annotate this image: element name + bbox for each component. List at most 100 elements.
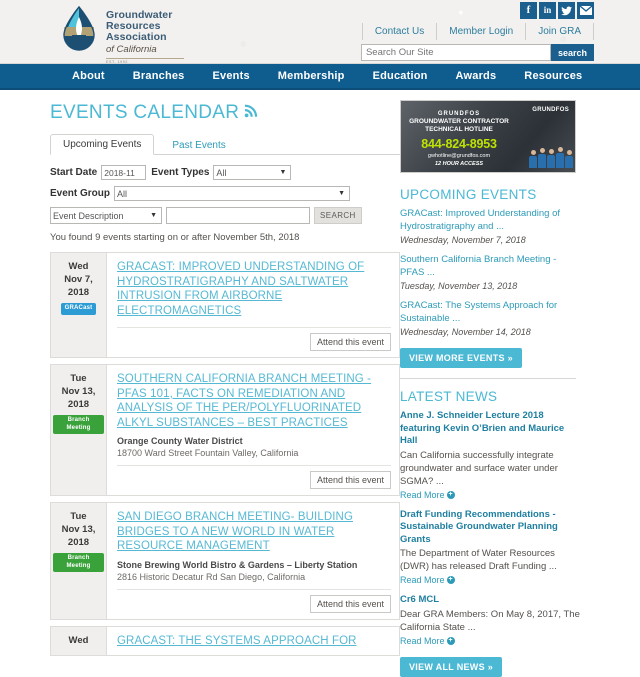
event-card[interactable]: Wed GRACAST: THE SYSTEMS APPROACH FOR (50, 625, 400, 656)
event-date-block: Tue Nov 13, 2018 Branch Meeting (51, 503, 107, 619)
news-item[interactable]: Anne J. Schneider Lecture 2018 featuring… (400, 410, 580, 501)
filter-row-group: Event Group All ▼ (50, 186, 400, 201)
event-type-badge: GRACast (60, 303, 97, 315)
upcoming-event-title[interactable]: Southern California Branch Meeting - PFA… (400, 254, 580, 279)
event-types-select[interactable]: All ▼ (213, 165, 292, 180)
event-month-day: Nov 13, (61, 386, 96, 397)
view-all-news-button[interactable]: VIEW ALL NEWS » (400, 656, 503, 677)
event-date-block: Wed Nov 7, 2018 GRACast (51, 253, 107, 357)
nav-item-membership[interactable]: Membership (264, 70, 359, 82)
upcoming-event-item[interactable]: Southern California Branch Meeting - PFA… (400, 254, 580, 292)
twitter-icon[interactable] (558, 2, 575, 19)
attend-event-button[interactable]: Attend this event (309, 594, 391, 613)
view-more-events-button[interactable]: VIEW MORE EVENTS » (400, 348, 522, 368)
read-more-label: Read More (400, 575, 445, 585)
search-field-select[interactable]: Event Description ▼ (50, 207, 162, 224)
search-input[interactable] (360, 44, 551, 61)
nav-item-branches[interactable]: Branches (119, 70, 199, 82)
logo-droplet-icon (58, 5, 100, 53)
event-day-of-week: Wed (68, 634, 89, 646)
event-title-link[interactable]: SOUTHERN CALIFORNIA BRANCH MEETING - PFA… (117, 372, 391, 430)
upcoming-event-title[interactable]: GRACast: Improved Understanding of Hydro… (400, 208, 580, 233)
event-group-value: All (117, 188, 128, 199)
event-type-badge: Branch Meeting (53, 553, 104, 572)
event-search-input[interactable] (166, 207, 310, 224)
news-item[interactable]: Cr6 MCL Dear GRA Members: On May 8, 2017… (400, 594, 580, 647)
start-date-input[interactable] (101, 165, 147, 180)
news-title[interactable]: Cr6 MCL (400, 594, 580, 607)
sponsor-ad-grundfos[interactable]: GRUNDFOS GRUNDFOS GROUNDWATER CONTRACTOR… (400, 100, 576, 173)
ad-email: gwhotline@grundfos.com (427, 153, 491, 159)
event-group-select[interactable]: All ▼ (114, 186, 351, 201)
events-tabs: Upcoming Events Past Events (50, 134, 400, 155)
filter-row-search: Event Description ▼ SEARCH (50, 207, 400, 224)
event-card[interactable]: Wed Nov 7, 2018 GRACast GRACAST: IMPROVE… (50, 252, 400, 358)
read-more-link[interactable]: Read More + (400, 490, 455, 500)
news-title[interactable]: Draft Funding Recommendations - Sustaina… (400, 509, 580, 547)
event-address: 18700 Ward Street Fountain Valley, Calif… (117, 448, 299, 458)
event-card[interactable]: Tue Nov 13, 2018 Branch Meeting SOUTHERN… (50, 364, 400, 496)
plus-circle-icon: + (446, 490, 455, 499)
event-body: SAN DIEGO BRANCH MEETING- BUILDING BRIDG… (107, 503, 399, 619)
site-header: Groundwater Resources Association of Cal… (0, 0, 640, 64)
news-title[interactable]: Anne J. Schneider Lecture 2018 featuring… (400, 410, 580, 448)
upcoming-event-item[interactable]: GRACast: The Systems Approach for Sustai… (400, 300, 580, 338)
chevron-down-icon: ▼ (279, 169, 287, 176)
attend-event-button[interactable]: Attend this event (309, 333, 391, 351)
event-footer: Attend this event (117, 588, 391, 619)
event-venue: Orange County Water District (117, 436, 243, 446)
event-address: 2816 Historic Decatur Rd San Diego, Cali… (117, 571, 306, 582)
event-year: 2018 (67, 537, 90, 548)
nav-item-resources[interactable]: Resources (510, 70, 596, 82)
search-button[interactable]: search (550, 44, 594, 61)
event-date-block: Tue Nov 13, 2018 Branch Meeting (51, 365, 107, 495)
tab-upcoming-events[interactable]: Upcoming Events (50, 134, 155, 155)
event-month-day: Nov 7, (64, 274, 93, 285)
nav-item-awards[interactable]: Awards (442, 70, 511, 82)
nav-item-about[interactable]: About (58, 70, 119, 82)
contact-us-link[interactable]: Contact Us (361, 23, 436, 40)
read-more-label: Read More (400, 635, 445, 646)
plus-circle-icon: + (446, 576, 455, 584)
read-more-link[interactable]: Read More + (400, 636, 455, 646)
event-title-link[interactable]: GRACAST: IMPROVED UNDERSTANDING OF HYDRO… (117, 260, 391, 318)
chevron-down-icon: ▼ (150, 212, 157, 219)
logo-divider (106, 57, 184, 59)
event-group-label: Event Group (50, 188, 111, 199)
email-icon[interactable] (577, 2, 594, 19)
upcoming-event-date: Tuesday, November 13, 2018 (400, 281, 518, 291)
member-login-link[interactable]: Member Login (436, 23, 525, 40)
news-excerpt: Dear GRA Members: On May 8, 2017, The Ca… (400, 608, 580, 633)
read-more-label: Read More (400, 489, 445, 500)
attend-event-button[interactable]: Attend this event (309, 471, 391, 489)
tab-past-events[interactable]: Past Events (160, 136, 237, 155)
facebook-icon[interactable]: f (520, 2, 537, 19)
linkedin-icon[interactable]: in (539, 2, 556, 19)
event-card[interactable]: Tue Nov 13, 2018 Branch Meeting SAN DIEG… (50, 502, 400, 620)
join-gra-link[interactable]: Join GRA (525, 23, 594, 40)
ad-hours: 12 HOUR ACCESS (434, 161, 484, 167)
read-more-link[interactable]: Read More + (400, 575, 455, 585)
header-utility-links: Contact Us Member Login Join GRA (361, 23, 594, 40)
event-title-link[interactable]: GRACAST: THE SYSTEMS APPROACH FOR (117, 634, 391, 649)
event-search-button[interactable]: SEARCH (314, 207, 362, 224)
ad-line-2: GROUNDWATER CONTRACTOR TECHNICAL HOTLINE (409, 118, 509, 133)
sidebar: GRUNDFOS GRUNDFOS GROUNDWATER CONTRACTOR… (400, 90, 640, 677)
event-footer: Attend this event (117, 465, 391, 495)
page-title: EVENTS CALENDAR (50, 102, 400, 124)
event-filters: Start Date Event Types All ▼ Event Group… (50, 155, 400, 224)
event-title-link[interactable]: SAN DIEGO BRANCH MEETING- BUILDING BRIDG… (117, 510, 391, 554)
sidebar-divider (400, 378, 576, 379)
rss-icon[interactable] (244, 102, 258, 124)
nav-item-education[interactable]: Education (359, 70, 442, 82)
event-types-value: All (216, 167, 227, 178)
upcoming-event-title[interactable]: GRACast: The Systems Approach for Sustai… (400, 300, 580, 325)
event-day-of-week: Wed (68, 261, 89, 272)
event-year: 2018 (67, 399, 90, 410)
news-excerpt: The Department of Water Resources (DWR) … (400, 548, 557, 572)
site-logo[interactable]: Groundwater Resources Association of Cal… (58, 5, 184, 64)
upcoming-event-item[interactable]: GRACast: Improved Understanding of Hydro… (400, 208, 580, 246)
news-item[interactable]: Draft Funding Recommendations - Sustaina… (400, 509, 580, 587)
nav-item-events[interactable]: Events (199, 70, 264, 82)
logo-line-3: Association (106, 31, 167, 44)
